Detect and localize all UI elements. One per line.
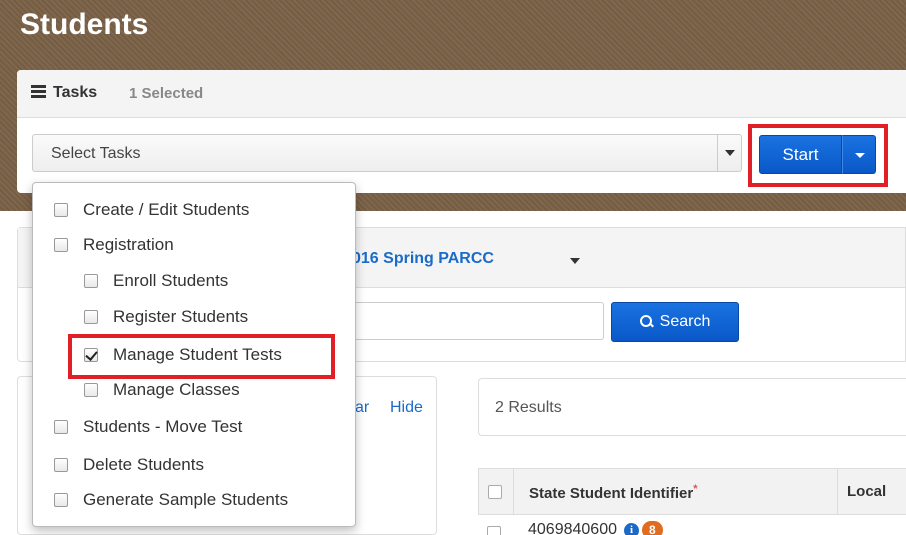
column-divider <box>513 469 514 515</box>
menu-item-label: Create / Edit Students <box>83 200 250 219</box>
search-button[interactable]: Search <box>611 302 739 342</box>
start-dropdown-toggle[interactable] <box>842 135 876 174</box>
tasks-label: Tasks <box>53 84 98 101</box>
caret-down-icon <box>725 150 735 156</box>
list-icon <box>31 85 46 98</box>
menu-item-register-students[interactable]: Register Students <box>84 303 248 331</box>
column-header-local[interactable]: Local <box>847 483 886 500</box>
menu-item-students-move-test[interactable]: Students - Move Test <box>54 413 242 441</box>
clear-link[interactable]: ar <box>355 399 369 417</box>
select-tasks-placeholder: Select Tasks <box>51 145 141 162</box>
results-table: State Student Identifier* Local 40698406… <box>478 468 906 535</box>
count-badge: 8 <box>642 521 663 535</box>
start-button[interactable]: Start <box>759 135 842 174</box>
caret-down-icon[interactable] <box>570 258 580 264</box>
results-count: 2 Results <box>495 399 562 416</box>
checkbox[interactable] <box>84 274 98 288</box>
menu-item-label: Registration <box>83 235 174 254</box>
select-all-checkbox[interactable] <box>488 485 502 499</box>
menu-item-label: Delete Students <box>83 455 204 474</box>
menu-item-generate-sample-students[interactable]: Generate Sample Students <box>54 486 288 514</box>
column-header-label: State Student Identifier <box>529 485 694 502</box>
checkbox[interactable] <box>54 420 68 434</box>
checkbox[interactable] <box>54 493 68 507</box>
menu-item-label: Generate Sample Students <box>83 490 289 509</box>
select-tasks-dropdown[interactable]: Select Tasks <box>32 134 742 172</box>
checkbox[interactable] <box>54 238 68 252</box>
results-summary-box: 2 Results <box>478 378 906 436</box>
menu-item-enroll-students[interactable]: Enroll Students <box>84 267 228 295</box>
menu-item-create-edit-students[interactable]: Create / Edit Students <box>54 196 249 224</box>
page-title: Students <box>20 8 149 41</box>
student-identifier[interactable]: 4069840600 <box>528 521 617 535</box>
row-checkbox[interactable] <box>487 526 501 535</box>
info-icon[interactable]: i <box>624 523 639 535</box>
select-tasks-toggle[interactable] <box>717 135 741 171</box>
menu-item-manage-classes[interactable]: Manage Classes <box>84 376 240 404</box>
checkbox[interactable] <box>84 310 98 324</box>
column-divider <box>837 469 838 515</box>
checkbox[interactable] <box>54 458 68 472</box>
column-header-state-student-identifier[interactable]: State Student Identifier* <box>529 483 697 502</box>
tasks-heading: Tasks 1 Selected <box>17 70 906 118</box>
table-header-row: State Student Identifier* Local <box>478 468 906 515</box>
caret-down-icon <box>855 153 865 158</box>
search-icon <box>639 315 654 329</box>
checkbox[interactable] <box>54 203 68 217</box>
search-button-label: Search <box>659 313 711 330</box>
checkbox[interactable] <box>84 383 98 397</box>
search-input[interactable] <box>340 302 604 340</box>
hide-link[interactable]: Hide <box>390 399 423 417</box>
menu-item-label: Enroll Students <box>113 271 229 290</box>
tasks-selected-count: 1 Selected <box>129 85 204 102</box>
menu-item-label: Register Students <box>113 307 249 326</box>
start-button-group: Start <box>759 135 876 174</box>
menu-item-delete-students[interactable]: Delete Students <box>54 451 204 479</box>
required-marker: * <box>693 483 698 495</box>
menu-item-registration[interactable]: Registration <box>54 231 174 259</box>
manage-student-tests-highlight-box <box>68 334 335 379</box>
administration-selector[interactable]: 016 Spring PARCC <box>352 250 494 268</box>
menu-item-label: Manage Classes <box>113 380 240 399</box>
menu-item-label: Students - Move Test <box>83 417 243 436</box>
